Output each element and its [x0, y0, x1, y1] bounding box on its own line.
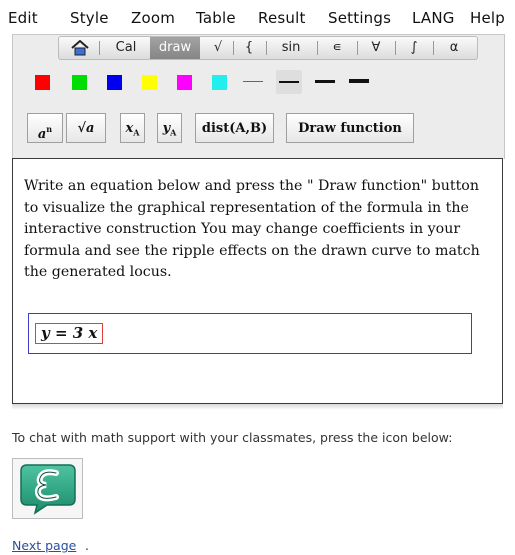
- instructions-text: Write an equation below and press the " …: [24, 178, 480, 280]
- line-thick-sample: [315, 80, 335, 83]
- draw-function-button[interactable]: Draw function: [286, 113, 414, 143]
- y-subscript: A: [170, 127, 177, 138]
- content-area: Write an equation below and press the " …: [12, 158, 503, 404]
- menu-table[interactable]: Table: [196, 9, 236, 27]
- chat-instructions: To chat with math support with your clas…: [12, 430, 453, 445]
- tab-sin[interactable]: sin: [271, 37, 311, 59]
- tab-for-all[interactable]: ∀: [362, 37, 390, 59]
- color-swatch-cyan[interactable]: [212, 75, 227, 90]
- menu-bar: Edit Style Zoom Table Result Settings LA…: [0, 0, 515, 34]
- tab-separator: [317, 41, 318, 55]
- tab-separator: [99, 41, 100, 55]
- sqrt-button[interactable]: √a: [66, 113, 106, 143]
- equation-input[interactable]: y = 3 x: [28, 313, 472, 354]
- line-medium-button[interactable]: [276, 70, 302, 94]
- chat-e-icon-graphic: [20, 464, 76, 515]
- tab-separator: [233, 41, 234, 55]
- menu-style[interactable]: Style: [70, 9, 109, 27]
- menu-lang[interactable]: LANG: [412, 9, 455, 27]
- tab-separator: [357, 41, 358, 55]
- content-shadow: [12, 404, 503, 410]
- home-icon: [71, 40, 89, 56]
- tab-bar: Cal draw √ { sin ∊ ∀ ∫ α: [58, 36, 478, 60]
- line-thickest-button[interactable]: [346, 70, 372, 94]
- line-medium-sample: [279, 81, 299, 83]
- line-thickest-sample: [349, 79, 369, 83]
- tab-sqrt[interactable]: √: [205, 37, 231, 59]
- x-subscript-button[interactable]: xA: [120, 113, 145, 143]
- tab-draw[interactable]: draw: [150, 37, 200, 59]
- line-thin-sample: [243, 81, 263, 82]
- y-subscript-button[interactable]: yA: [157, 113, 182, 143]
- color-swatch-blue[interactable]: [107, 75, 122, 90]
- color-swatch-green[interactable]: [72, 75, 87, 90]
- color-swatch-yellow[interactable]: [142, 75, 157, 90]
- dist-button[interactable]: dist(A,B): [195, 113, 274, 143]
- menu-help[interactable]: Help: [470, 9, 505, 27]
- tab-element-of[interactable]: ∊: [323, 37, 351, 59]
- x-subscript: A: [133, 127, 140, 138]
- tab-separator: [266, 41, 267, 55]
- tab-brace[interactable]: {: [237, 37, 261, 59]
- menu-zoom[interactable]: Zoom: [131, 9, 175, 27]
- next-page-period: .: [85, 538, 89, 553]
- tab-separator: [395, 41, 396, 55]
- line-thin-button[interactable]: [240, 70, 266, 94]
- tab-cal[interactable]: Cal: [104, 37, 148, 59]
- tab-separator: [433, 41, 434, 55]
- power-exponent: n: [46, 124, 53, 134]
- equation-value[interactable]: y = 3 x: [35, 323, 104, 344]
- sqrt-label: √a: [77, 121, 95, 136]
- next-page-link[interactable]: Next page: [12, 538, 76, 553]
- color-swatch-magenta[interactable]: [177, 75, 192, 90]
- menu-edit[interactable]: Edit: [8, 9, 38, 27]
- menu-result[interactable]: Result: [258, 9, 306, 27]
- color-swatch-red[interactable]: [35, 75, 50, 90]
- tab-integral[interactable]: ∫: [400, 37, 428, 59]
- tab-home[interactable]: [63, 37, 97, 59]
- chat-e-icon[interactable]: [12, 458, 83, 519]
- power-button[interactable]: an: [27, 113, 63, 143]
- menu-settings[interactable]: Settings: [328, 9, 391, 27]
- line-thick-button[interactable]: [312, 70, 338, 94]
- tab-alpha[interactable]: α: [439, 37, 469, 59]
